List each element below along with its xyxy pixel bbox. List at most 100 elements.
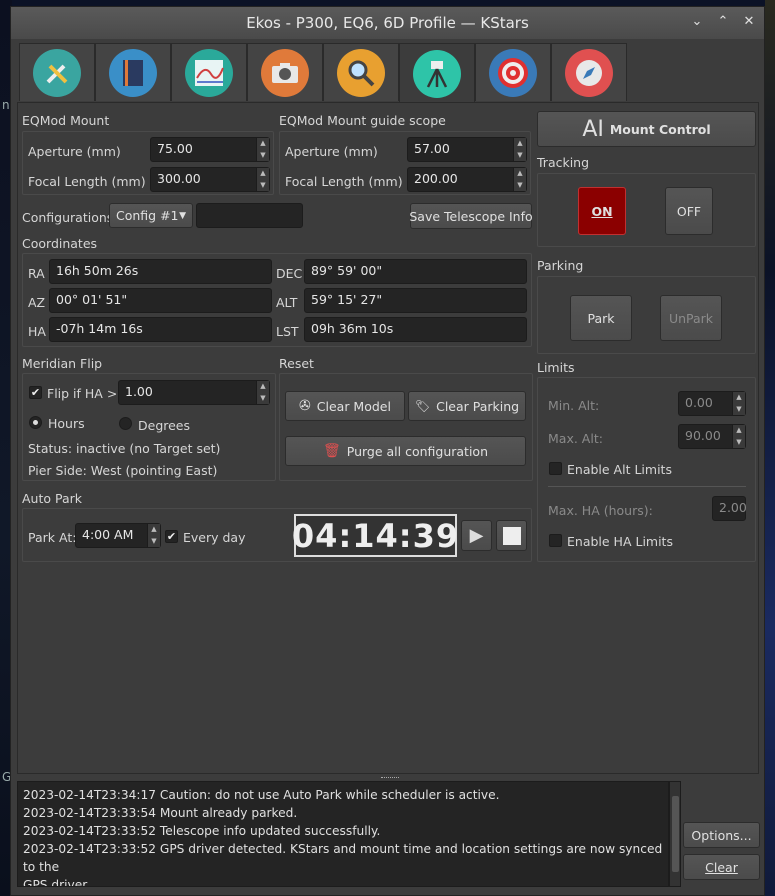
config-select[interactable]: Config #1 ▼ bbox=[109, 203, 193, 228]
notebook-icon bbox=[109, 48, 157, 97]
tab-mount[interactable] bbox=[399, 43, 475, 103]
parking-tag-icon: 🏷 bbox=[414, 399, 431, 413]
title-bar[interactable]: Ekos - P300, EQ6, 6D Profile — KStars ⌄ … bbox=[11, 7, 764, 39]
tracking-on-label: ON bbox=[591, 203, 613, 219]
max-alt-label: Max. Alt: bbox=[548, 431, 603, 446]
clear-parking-label: Clear Parking bbox=[436, 398, 520, 414]
focal-spinner[interactable]: ▲ ▼ bbox=[256, 168, 269, 191]
park-at-label: Park At: bbox=[28, 530, 77, 545]
guide-focal-input[interactable]: 200.00 ▲ ▼ bbox=[407, 167, 527, 192]
enable-alt-limits-label: Enable Alt Limits bbox=[567, 462, 672, 477]
desktop-letter: n bbox=[2, 98, 10, 112]
max-alt-spinner[interactable]: ▲ ▼ bbox=[732, 425, 745, 448]
tracking-off-button[interactable]: OFF bbox=[665, 187, 713, 235]
save-telescope-info-button[interactable]: Save Telescope Info bbox=[409, 203, 533, 229]
ekos-window: Ekos - P300, EQ6, 6D Profile — KStars ⌄ … bbox=[10, 6, 765, 896]
lst-field: 09h 36m 10s bbox=[304, 317, 527, 342]
trash-icon: 🗑 bbox=[322, 443, 341, 459]
tab-analyze[interactable] bbox=[171, 43, 247, 101]
az-label: AZ bbox=[28, 295, 46, 310]
stop-autopark-button[interactable] bbox=[496, 520, 527, 551]
min-alt-value: 0.00 bbox=[685, 395, 713, 410]
close-icon[interactable]: ✕ bbox=[742, 14, 756, 30]
log-clear-button[interactable]: Clear bbox=[683, 854, 760, 880]
satellite-icon: ✇ bbox=[299, 398, 311, 414]
pier-side: Pier Side: West (pointing East) bbox=[28, 463, 218, 478]
minimize-icon[interactable]: ⌃ bbox=[716, 14, 730, 30]
tab-focus[interactable] bbox=[323, 43, 399, 101]
tab-capture[interactable] bbox=[247, 43, 323, 101]
tracking-on-button[interactable]: ON bbox=[578, 187, 626, 235]
chevron-down-icon: ▼ bbox=[179, 210, 186, 221]
window-title: Ekos - P300, EQ6, 6D Profile — KStars bbox=[246, 14, 529, 32]
log-line: 2023-02-14T23:33:54 Mount already parked… bbox=[23, 806, 298, 820]
clear-model-button[interactable]: ✇ Clear Model bbox=[285, 391, 405, 421]
aperture-input[interactable]: 75.00 ▲ ▼ bbox=[150, 137, 270, 162]
purge-label: Purge all configuration bbox=[346, 443, 489, 459]
focal-label: Focal Length (mm) bbox=[28, 174, 146, 189]
log-options-button[interactable]: Options... bbox=[683, 822, 760, 848]
enable-alt-limits-checkbox[interactable] bbox=[549, 462, 562, 475]
flip-ha-input[interactable]: 1.00 ▲ ▼ bbox=[118, 380, 270, 405]
mount-control-label: Mount Control bbox=[609, 121, 711, 137]
max-ha-input[interactable]: 2.00 bbox=[712, 496, 747, 521]
tracking-title: Tracking bbox=[537, 155, 590, 170]
hours-label: Hours bbox=[48, 416, 85, 431]
parking-title: Parking bbox=[537, 258, 584, 273]
autopark-countdown: 04:14:39 bbox=[292, 514, 458, 557]
unpark-button[interactable]: UnPark bbox=[660, 295, 722, 341]
aperture-value: 75.00 bbox=[157, 141, 193, 156]
hours-radio[interactable] bbox=[29, 416, 42, 429]
flip-checkbox[interactable]: ✔ bbox=[29, 386, 42, 399]
guide-focal-spinner[interactable]: ▲ ▼ bbox=[513, 168, 526, 191]
park-at-input[interactable]: 4:00 AM ▲ ▼ bbox=[75, 523, 161, 548]
log-line: 2023-02-14T23:33:52 Telescope info updat… bbox=[23, 824, 381, 838]
clear-parking-button[interactable]: 🏷 Clear Parking bbox=[408, 391, 526, 421]
ha-label: HA bbox=[28, 324, 46, 339]
flip-ha-spinner[interactable]: ▲ ▼ bbox=[256, 381, 269, 404]
config-selected: Config #1 bbox=[116, 208, 179, 223]
focal-value: 300.00 bbox=[157, 171, 201, 186]
config-label: Configurations bbox=[22, 210, 114, 225]
az-field: 00° 01' 51" bbox=[49, 288, 272, 313]
menu-icon[interactable]: ⌄ bbox=[690, 14, 704, 30]
guide-aperture-input[interactable]: 57.00 ▲ ▼ bbox=[407, 137, 527, 162]
guide-scope-title: EQMod Mount guide scope bbox=[279, 113, 446, 128]
park-at-spinner[interactable]: ▲ ▼ bbox=[147, 524, 160, 547]
tab-notes[interactable] bbox=[95, 43, 171, 101]
meridian-title: Meridian Flip bbox=[22, 356, 103, 371]
log-scrollbar[interactable] bbox=[669, 781, 681, 887]
alt-field: 59° 15' 27" bbox=[304, 288, 527, 313]
graph-icon bbox=[185, 48, 233, 97]
guide-focal-value: 200.00 bbox=[414, 171, 458, 186]
enable-ha-limits-checkbox[interactable] bbox=[549, 534, 562, 547]
min-alt-spinner[interactable]: ▲ ▼ bbox=[732, 392, 745, 415]
magnifier-icon bbox=[337, 48, 385, 97]
tab-guide[interactable] bbox=[475, 43, 551, 101]
guide-aperture-spinner[interactable]: ▲ ▼ bbox=[513, 138, 526, 161]
start-autopark-button[interactable]: ▶ bbox=[461, 520, 492, 551]
focal-input[interactable]: 300.00 ▲ ▼ bbox=[150, 167, 270, 192]
splitter-handle[interactable] bbox=[381, 777, 399, 780]
config-name-input[interactable] bbox=[196, 203, 303, 228]
degrees-radio[interactable] bbox=[119, 417, 132, 430]
guide-focal-label: Focal Length (mm) bbox=[285, 174, 403, 189]
mount-panel: EQMod Mount Aperture (mm) 75.00 ▲ ▼ Focal… bbox=[17, 102, 759, 774]
tab-align[interactable] bbox=[551, 43, 627, 101]
log-line: 2023-02-14T23:34:17 Caution: do not use … bbox=[23, 788, 500, 802]
park-button[interactable]: Park bbox=[570, 295, 632, 341]
max-alt-input[interactable]: 90.00 ▲ ▼ bbox=[678, 424, 746, 449]
log-clear-label: Clear bbox=[705, 859, 738, 875]
target-icon bbox=[489, 48, 537, 97]
stop-icon bbox=[502, 526, 521, 545]
min-alt-input[interactable]: 0.00 ▲ ▼ bbox=[678, 391, 746, 416]
tab-setup[interactable] bbox=[19, 43, 95, 101]
log-line: GPS driver. bbox=[23, 878, 91, 887]
aperture-spinner[interactable]: ▲ ▼ bbox=[256, 138, 269, 161]
enable-ha-limits-label: Enable HA Limits bbox=[567, 534, 673, 549]
mount-control-button[interactable]: AI Mount Control bbox=[537, 111, 756, 147]
every-day-checkbox[interactable]: ✔ bbox=[165, 530, 178, 543]
log-output[interactable]: 2023-02-14T23:34:17 Caution: do not use … bbox=[17, 781, 669, 887]
park-at-value: 4:00 AM bbox=[82, 527, 134, 542]
purge-config-button[interactable]: 🗑 Purge all configuration bbox=[285, 436, 526, 466]
